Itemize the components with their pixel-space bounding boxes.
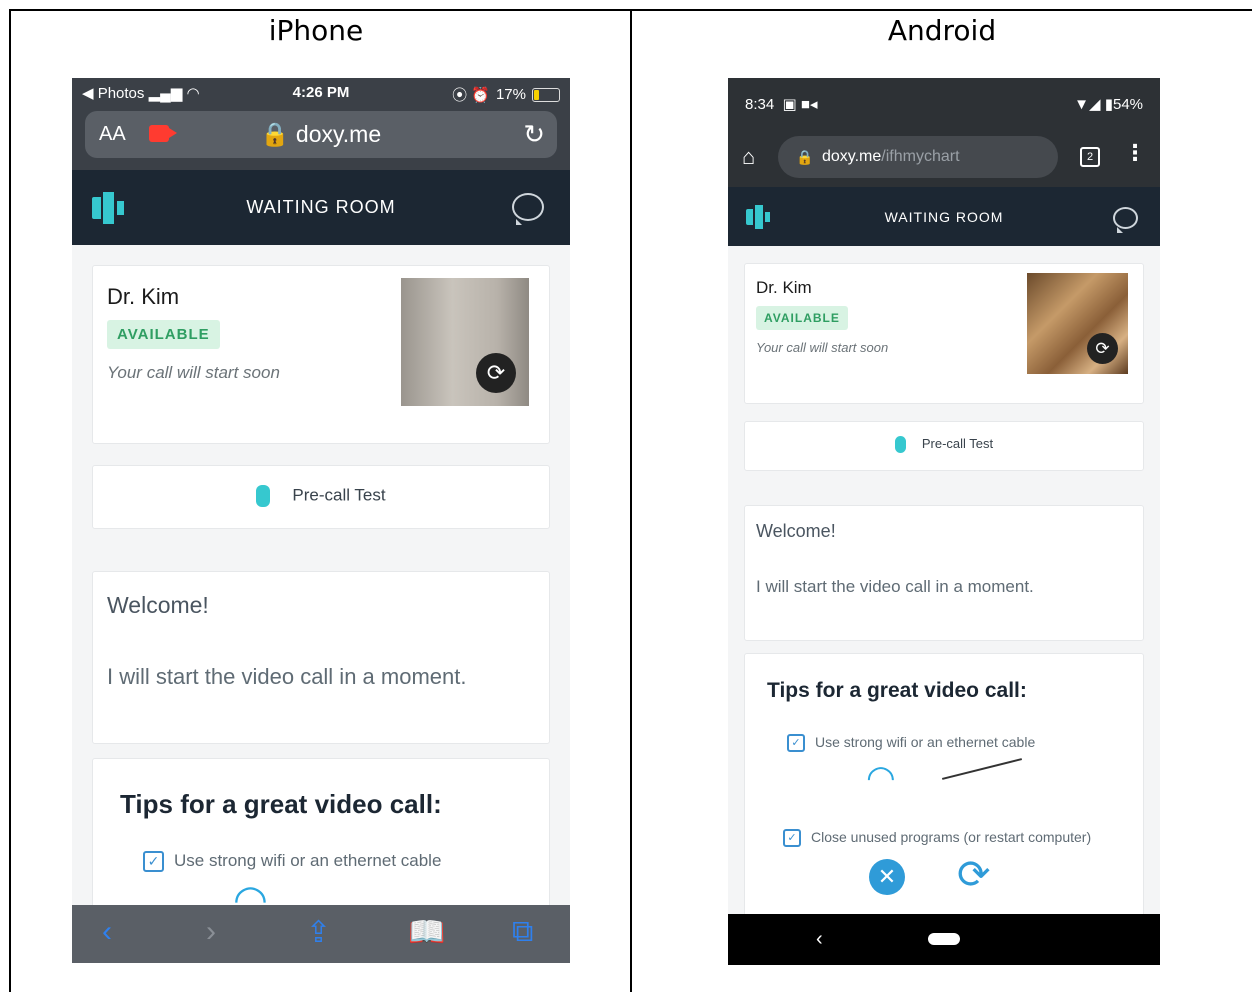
forward-icon[interactable]: › (206, 915, 216, 949)
precall-test-button[interactable]: Pre-call Test (92, 465, 550, 529)
reload-icon[interactable]: ↻ (523, 119, 545, 150)
status-right-icons: ▼◢ ▮54% (1074, 96, 1143, 113)
wifi-icon: ◠ (866, 759, 896, 797)
page-title: WAITING ROOM (246, 197, 396, 217)
url-host: doxy.me (822, 148, 882, 165)
chat-icon[interactable] (512, 193, 544, 225)
nav-back-icon[interactable]: ‹ (816, 928, 823, 951)
status-badge: AVAILABLE (107, 320, 220, 349)
android-nav-bar: ‹ (728, 914, 1160, 965)
column-title-iphone: iPhone (268, 14, 364, 47)
iphone-column: iPhone ◀ Photos ▂▄▆ ◠ 4:26 PM ⦿ ⏰ 17% AA … (0, 0, 632, 992)
page-title: WAITING ROOM (884, 209, 1004, 225)
bookmarks-icon[interactable]: 📖 (408, 915, 445, 950)
nav-home-pill[interactable] (928, 933, 960, 945)
safari-toolbar: ‹ › ⇪ 📖 ⧉ (72, 905, 570, 963)
ethernet-cable-icon (941, 758, 1023, 780)
provider-name: Dr. Kim (107, 284, 180, 309)
check-icon: ✓ (143, 851, 164, 873)
status-time: 8:34 (745, 96, 775, 113)
ios-status-bar: ◀ Photos ▂▄▆ ◠ 4:26 PM ⦿ ⏰ 17% (72, 78, 570, 108)
tabs-icon[interactable]: ⧉ (512, 915, 533, 949)
check-icon: ✓ (787, 734, 805, 753)
welcome-title: Welcome! (756, 521, 836, 541)
precall-test-button[interactable]: Pre-call Test (744, 421, 1144, 471)
welcome-title: Welcome! (107, 592, 209, 618)
top-navbar: WAITING ROOM (72, 170, 570, 245)
close-program-icon: ✕ (869, 859, 905, 895)
column-title-android: Android (887, 14, 997, 47)
microphone-camera-icon (256, 485, 271, 507)
tip-item: ✓ Use strong wifi or an ethernet cable (143, 851, 441, 873)
status-badge: AVAILABLE (756, 306, 848, 330)
lock-icon: 🔒 (796, 149, 814, 165)
more-menu-icon[interactable]: ⋮ (1124, 140, 1146, 166)
android-column: Android 8:34 ▣ ■◂ ▼◢ ▮54% ⌂ 🔒 doxy.me/if… (632, 0, 1252, 992)
share-icon[interactable]: ⇪ (306, 915, 331, 950)
chat-icon[interactable] (1113, 207, 1138, 233)
camera-flip-icon[interactable]: ⟳ (476, 353, 516, 393)
battery-percent: 17% (495, 86, 526, 103)
provider-card: Dr. Kim AVAILABLE Your call will start s… (92, 265, 550, 444)
precall-label: Pre-call Test (292, 485, 386, 505)
back-icon[interactable]: ‹ (102, 915, 112, 949)
provider-name: Dr. Kim (756, 278, 812, 297)
status-icons: ▣ ■◂ (782, 96, 818, 113)
chrome-toolbar: ⌂ 🔒 doxy.me/ifhmychart 2 ⋮ (728, 130, 1160, 187)
tip-item-wifi: ✓ Use strong wifi or an ethernet cable (787, 734, 1035, 753)
welcome-card: Welcome! I will start the video call in … (744, 505, 1144, 641)
welcome-message: I will start the video call in a moment. (756, 577, 1034, 596)
tips-title: Tips for a great video call: (120, 789, 442, 819)
tips-card: Tips for a great video call: ✓ Use strong… (744, 653, 1144, 920)
welcome-card: Welcome! I will start the video call in … (92, 571, 550, 744)
url-host[interactable]: 🔒 doxy.me (85, 121, 557, 148)
restart-icon: ⟳ (957, 853, 991, 897)
call-status-text: Your call will start soon (756, 340, 889, 355)
url-path: /ifhmychart (881, 148, 960, 165)
tip-item-programs: ✓ Close unused programs (or restart compu… (783, 829, 1091, 848)
battery-icon (532, 87, 560, 102)
safari-address-bar[interactable]: AA 🔒 doxy.me ↻ (85, 111, 557, 158)
tab-count-button[interactable]: 2 (1080, 147, 1100, 167)
tips-title: Tips for a great video call: (767, 679, 1027, 702)
android-status-bar: 8:34 ▣ ■◂ ▼◢ ▮54% (728, 78, 1160, 130)
call-status-text: Your call will start soon (107, 363, 280, 382)
iphone-screenshot: ◀ Photos ▂▄▆ ◠ 4:26 PM ⦿ ⏰ 17% AA 🔒 doxy.… (72, 78, 570, 963)
camera-flip-icon[interactable]: ⟳ (1087, 333, 1118, 364)
top-navbar: WAITING ROOM (728, 187, 1160, 246)
android-screenshot: 8:34 ▣ ■◂ ▼◢ ▮54% ⌂ 🔒 doxy.me/ifhmychart… (728, 78, 1160, 965)
provider-card: Dr. Kim AVAILABLE Your call will start s… (744, 263, 1144, 404)
check-icon: ✓ (783, 829, 801, 848)
precall-label: Pre-call Test (921, 436, 994, 451)
welcome-message: I will start the video call in a moment. (107, 664, 467, 689)
microphone-camera-icon (894, 436, 906, 454)
home-icon[interactable]: ⌂ (742, 144, 755, 170)
chrome-address-bar[interactable]: 🔒 doxy.me/ifhmychart (778, 136, 1058, 178)
status-icons: ⦿ ⏰ (452, 87, 490, 104)
